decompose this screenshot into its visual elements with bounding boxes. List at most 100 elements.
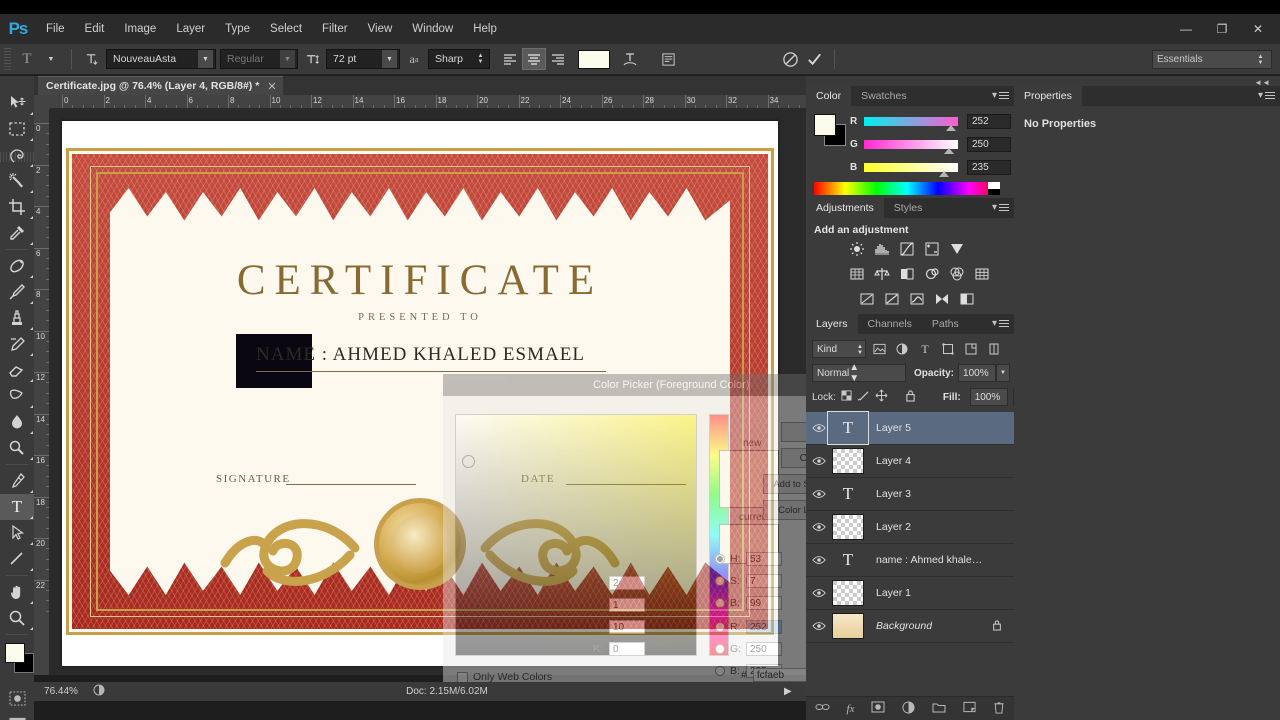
opacity-chevron-down-icon[interactable]: ▼: [996, 364, 1010, 382]
filter-pixel-icon[interactable]: [869, 340, 889, 358]
radio-b2[interactable]: [715, 666, 725, 676]
menu-select[interactable]: Select: [260, 19, 312, 39]
color-spectrum-bar[interactable]: [814, 182, 1000, 195]
panel-menu-icon[interactable]: ▾: [992, 202, 1009, 213]
type-tool[interactable]: T: [0, 494, 34, 520]
zoom-tool[interactable]: [0, 605, 34, 631]
black-swatch[interactable]: [988, 189, 1000, 195]
filter-smart-icon[interactable]: [961, 340, 981, 358]
link-layers-icon[interactable]: [815, 702, 830, 715]
c-input[interactable]: 2: [609, 576, 645, 590]
layer-thumbnail[interactable]: [832, 514, 864, 540]
r-input[interactable]: 252: [746, 620, 782, 634]
filter-shape-icon[interactable]: [938, 340, 958, 358]
options-bar-grip[interactable]: [4, 48, 11, 70]
g-input[interactable]: 250: [746, 642, 782, 656]
layer-name[interactable]: Layer 1: [876, 587, 911, 599]
layer-thumbnail[interactable]: T: [832, 415, 864, 441]
layer-name[interactable]: Layer 5: [876, 422, 911, 434]
layer-thumbnail[interactable]: [832, 580, 864, 606]
warp-text-icon[interactable]: [620, 49, 640, 69]
color-field-marker[interactable]: [462, 455, 475, 468]
layer-visibility-icon[interactable]: [806, 456, 832, 466]
invert-icon[interactable]: [856, 288, 878, 309]
tab-paths[interactable]: Paths: [922, 314, 969, 334]
layer-list[interactable]: T Layer 5 Layer 4 T Layer 3 Layer 2: [806, 412, 1014, 680]
layer-visibility-icon[interactable]: [806, 489, 832, 499]
table-row[interactable]: T Layer 5: [806, 412, 1014, 445]
hsb-b-row[interactable]: B: 99: [715, 596, 782, 610]
eraser-tool[interactable]: [0, 357, 34, 383]
zoom-level[interactable]: 76.44%: [34, 686, 88, 697]
vertical-ruler[interactable]: 0246810121416182022: [34, 109, 50, 675]
menu-help[interactable]: Help: [463, 19, 507, 39]
quick-selection-tool[interactable]: [0, 168, 34, 194]
delete-layer-icon[interactable]: [993, 701, 1005, 717]
table-row[interactable]: Layer 1: [806, 577, 1014, 610]
history-brush-tool[interactable]: [0, 331, 34, 357]
red-value[interactable]: 252: [967, 114, 1011, 129]
vibrance-icon[interactable]: [946, 238, 968, 259]
threshold-icon[interactable]: [906, 288, 928, 309]
close-button[interactable]: ✕: [1240, 18, 1276, 40]
layer-thumbnail[interactable]: T: [832, 547, 864, 573]
layer-visibility-icon[interactable]: [806, 588, 832, 598]
tab-adjustments[interactable]: Adjustments: [806, 198, 884, 218]
k-input[interactable]: 0: [609, 642, 645, 656]
spot-healing-brush-tool[interactable]: [0, 253, 34, 279]
tab-color[interactable]: Color: [806, 86, 851, 106]
rectangular-marquee-tool[interactable]: [0, 116, 34, 142]
color-picker-dialog[interactable]: Color Picker (Foreground Color) new curr…: [443, 374, 855, 692]
panel-menu-icon[interactable]: ▾: [1258, 90, 1275, 101]
layer-visibility-icon[interactable]: [806, 555, 832, 565]
rgb-g-row[interactable]: G: 250: [715, 642, 782, 656]
spinner-icon[interactable]: ▲▼: [857, 344, 863, 356]
status-menu-icon[interactable]: ▶: [784, 686, 806, 697]
chevron-down-icon[interactable]: ▼: [280, 50, 295, 68]
menu-edit[interactable]: Edit: [75, 19, 115, 39]
curves-icon[interactable]: [896, 238, 918, 259]
text-orientation-icon[interactable]: [82, 49, 102, 69]
blur-tool[interactable]: [0, 409, 34, 435]
layer-name[interactable]: Background: [876, 620, 932, 632]
radio-s[interactable]: [715, 576, 725, 586]
filter-adjustment-icon[interactable]: [892, 340, 912, 358]
layer-mask-icon[interactable]: [871, 701, 885, 716]
table-row[interactable]: T Layer 3: [806, 478, 1014, 511]
color-lookup-icon[interactable]: [971, 263, 993, 284]
radio-b[interactable]: [715, 598, 725, 608]
photo-filter-icon[interactable]: [921, 263, 943, 284]
checkbox-icon[interactable]: [457, 672, 468, 683]
anti-aliasing-select[interactable]: Sharp ▲▼: [428, 49, 490, 69]
posterize-icon[interactable]: [881, 288, 903, 309]
white-swatch[interactable]: [988, 182, 1000, 189]
hsb-s-row[interactable]: S: 7: [715, 574, 782, 588]
path-selection-tool[interactable]: [0, 520, 34, 546]
minimize-button[interactable]: —: [1168, 18, 1204, 40]
filter-type-icon[interactable]: T: [915, 340, 935, 358]
fill-value[interactable]: 100%: [970, 388, 1008, 406]
kind-filter-select[interactable]: Kind ▲▼: [812, 340, 866, 358]
clone-stamp-tool[interactable]: [0, 305, 34, 331]
menu-type[interactable]: Type: [215, 19, 260, 39]
radio-h[interactable]: [715, 554, 725, 564]
maximize-button[interactable]: ❐: [1204, 18, 1240, 40]
channel-mixer-icon[interactable]: [946, 263, 968, 284]
menu-filter[interactable]: Filter: [312, 19, 358, 39]
font-style-select[interactable]: Regular ▼: [220, 49, 298, 69]
lock-transparency-icon[interactable]: [841, 390, 852, 404]
menu-file[interactable]: File: [36, 19, 75, 39]
dodge-tool[interactable]: [0, 435, 34, 461]
blue-value[interactable]: 235: [967, 160, 1011, 175]
document-tab[interactable]: Certificate.jpg @ 76.4% (Layer 4, RGB/8#…: [38, 76, 283, 95]
panel-menu-icon[interactable]: ▾: [992, 318, 1009, 329]
move-tool[interactable]: [0, 90, 34, 116]
horizontal-ruler[interactable]: 0246810121416182022242628303234: [50, 95, 806, 109]
black-white-icon[interactable]: [896, 263, 918, 284]
cancel-edits-icon[interactable]: [780, 49, 800, 69]
text-color-swatch[interactable]: [578, 50, 610, 69]
pen-tool[interactable]: [0, 468, 34, 494]
lock-all-icon[interactable]: [905, 389, 916, 405]
rgb-r-row[interactable]: R: 252: [715, 620, 782, 634]
layer-name[interactable]: Layer 3: [876, 488, 911, 500]
